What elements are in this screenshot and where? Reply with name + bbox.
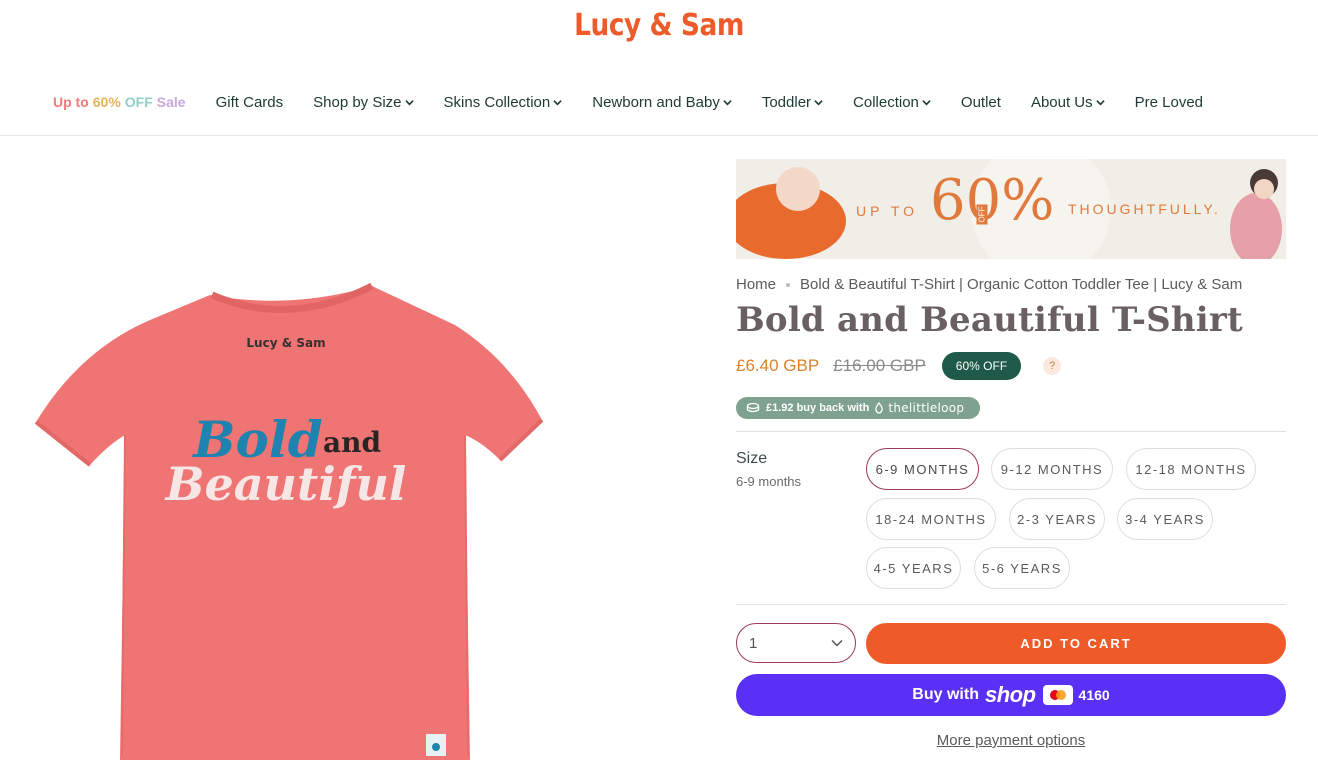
paw-icon — [432, 743, 440, 751]
breadcrumb-current: Bold & Beautiful T-Shirt | Organic Cotto… — [800, 276, 1243, 293]
nav-item-label: Shop by Size — [313, 93, 402, 111]
nav-item-toddler[interactable]: Toddler — [762, 94, 823, 111]
sale-text-part: OFF — [124, 94, 153, 110]
nav-item-skins-collection[interactable]: Skins Collection — [444, 94, 563, 111]
sale-text-part: Sale — [156, 94, 186, 110]
nav-item-label: Outlet — [960, 93, 1001, 111]
divider — [736, 604, 1286, 605]
size-option-6-9-months[interactable]: 6-9 MONTHS — [866, 448, 979, 490]
breadcrumb-separator — [786, 282, 791, 287]
discount-badge: 60% OFF — [941, 352, 1022, 380]
buyback-brand: thelittleloop — [888, 401, 965, 415]
size-option-4-5-years[interactable]: 4-5 YEARS — [866, 547, 961, 589]
size-option-3-4-years[interactable]: 3-4 YEARS — [1117, 498, 1213, 540]
brand-logo[interactable]: Lucy & Sam — [79, 8, 1239, 43]
shop-pay-button[interactable]: Buy with shop 4160 — [736, 674, 1286, 716]
sale-text-part: 60% — [92, 94, 121, 110]
chevron-down-icon — [814, 99, 823, 105]
sale-price: £6.40 GBP — [736, 356, 820, 375]
size-option-2-3-years[interactable]: 2-3 YEARS — [1009, 498, 1105, 540]
nav-item-pre-loved[interactable]: Pre Loved — [1135, 94, 1203, 111]
banner-tagline: THOUGHTFULLY. — [1068, 201, 1221, 217]
nav-item-sale[interactable]: Up to 60% OFF Sale — [53, 94, 186, 110]
banner-percent: 60% — [930, 168, 1055, 233]
nav-item-label: Gift Cards — [215, 93, 284, 111]
banner-up-to: UP TO — [856, 203, 919, 219]
coins-icon — [746, 402, 760, 413]
tshirt-tag-text: Lucy & Sam — [246, 336, 325, 350]
promo-banner[interactable]: UP TO 60% OFF THOUGHTFULLY. — [736, 159, 1286, 259]
question-icon[interactable]: ? — [1043, 357, 1062, 375]
buyback-badge[interactable]: £1.92 buy back with thelittleloop — [736, 397, 981, 419]
price-row: £6.40 GBP £16.00 GBP 60% OFF ? — [736, 352, 1062, 380]
more-payment-options-link[interactable]: More payment options — [736, 732, 1286, 749]
shop-pay-logo: shop — [984, 682, 1036, 707]
add-to-cart-button[interactable]: ADD TO CART — [866, 623, 1286, 664]
chevron-down-icon — [922, 99, 931, 105]
nav-item-label: About Us — [1030, 93, 1093, 111]
nav-item-collection[interactable]: Collection — [853, 94, 931, 111]
nav-item-about-us[interactable]: About Us — [1031, 94, 1105, 111]
tshirt-print-and: and — [323, 426, 381, 459]
mastercard-icon — [1042, 685, 1073, 705]
banner-off: OFF — [976, 204, 988, 225]
nav-item-gift-cards[interactable]: Gift Cards — [216, 94, 284, 111]
size-option-18-24-months[interactable]: 18-24 MONTHS — [866, 498, 996, 540]
size-option-5-6-years[interactable]: 5-6 YEARS — [974, 547, 1070, 589]
header-divider — [0, 135, 1318, 136]
sale-text-part: Up to — [53, 94, 89, 110]
original-price: £16.00 GBP — [833, 356, 926, 375]
nav-item-label: Collection — [853, 93, 919, 111]
drop-icon — [875, 402, 884, 414]
breadcrumb-home[interactable]: Home — [736, 276, 776, 293]
quantity-select[interactable]: 1 — [736, 623, 856, 663]
chevron-down-icon — [1095, 99, 1105, 105]
size-label: Size — [736, 450, 768, 467]
size-option-9-12-months[interactable]: 9-12 MONTHS — [991, 448, 1113, 490]
nav-item-label: Newborn and Baby — [592, 93, 720, 111]
card-last4: 4160 — [1078, 687, 1110, 703]
nav-item-label: Skins Collection — [443, 93, 551, 111]
shop-pay-prefix: Buy with — [912, 686, 979, 703]
nav-item-outlet[interactable]: Outlet — [961, 94, 1001, 111]
product-title: Bold and Beautiful T-Shirt — [736, 300, 1243, 340]
chevron-down-icon — [553, 99, 562, 105]
quantity-value: 1 — [749, 634, 758, 652]
main-nav: Up to 60% OFF Sale Gift Cards Shop by Si… — [53, 88, 1318, 116]
product-image[interactable]: Lucy & Sam Bold and Beautiful — [0, 160, 700, 775]
buyback-text: £1.92 buy back with — [766, 402, 870, 414]
chevron-down-icon — [723, 99, 732, 105]
nav-item-shop-by-size[interactable]: Shop by Size — [313, 93, 414, 111]
divider — [736, 431, 1286, 432]
tshirt-illustration: Lucy & Sam Bold and Beautiful — [34, 282, 544, 760]
nav-item-label: Toddler — [761, 93, 812, 111]
nav-item-newborn-and-baby[interactable]: Newborn and Baby — [592, 94, 732, 111]
chevron-down-icon — [831, 639, 843, 647]
tshirt-print-beautiful: Beautiful — [164, 457, 407, 511]
size-selected-value: 6-9 months — [736, 474, 802, 489]
nav-item-label: Pre Loved — [1134, 93, 1204, 111]
size-option-12-18-months[interactable]: 12-18 MONTHS — [1126, 448, 1256, 490]
chevron-down-icon — [404, 99, 414, 105]
breadcrumb: Home Bold & Beautiful T-Shirt | Organic … — [736, 276, 1242, 293]
